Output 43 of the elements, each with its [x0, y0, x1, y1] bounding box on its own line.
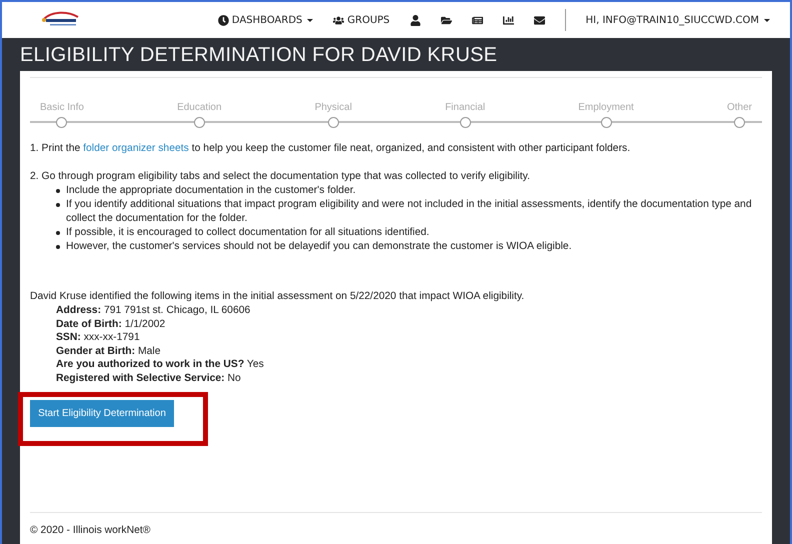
folder-sheets-link[interactable]: folder organizer sheets	[83, 143, 189, 154]
start-determination-button[interactable]: Start Eligibility Determination	[30, 400, 174, 427]
step-marker[interactable]	[600, 117, 612, 128]
step-marker[interactable]	[328, 117, 339, 128]
bullet-icon	[56, 245, 60, 249]
bullet-text: Include the appropriate documentation in the customer's folder.	[66, 184, 356, 198]
mail-icon[interactable]	[534, 14, 545, 26]
assessment-intro: David Kruse identified the following items in the initial assessment on 5/22/2020 that impact WIOA eligibility.	[30, 290, 526, 304]
step-label: Education	[177, 102, 222, 113]
detail-text: Registered with Selective Service: No	[56, 372, 242, 386]
instruction-text: 1. Print the folder organizer sheets to help you keep the customer file neat, organized, and consistent with other participant folders.	[30, 142, 632, 156]
step-marker[interactable]	[460, 117, 471, 128]
bullet-text: However, the customer's services should not be delayedif you can demonstrate the customer is WIOA eligible.	[66, 240, 572, 254]
user-icon[interactable]	[410, 14, 421, 26]
bullet-icon	[56, 231, 60, 235]
step-label: Physical	[314, 102, 352, 113]
user-menu-link[interactable]: HI, INFO@TRAIN10_SIUCCWD.COM	[586, 14, 770, 26]
footer-text: © 2020 - Illinois workNet®	[30, 525, 152, 536]
step-label: Basic Info	[40, 102, 84, 113]
bullet-icon	[56, 189, 60, 193]
users-icon	[333, 14, 344, 26]
step-marker[interactable]	[56, 117, 68, 128]
detail-text: Date of Birth: 1/1/2002	[56, 318, 166, 332]
instruction-text: 2. Go through program eligibility tabs and select the documentation type that was collected to verify eligibility.	[30, 170, 531, 184]
bullet-icon	[56, 203, 60, 207]
nav-menu-link[interactable]: GROUPS	[333, 14, 390, 26]
document-icon[interactable]	[472, 14, 483, 26]
page-title: ELIGIBILITY DETERMINATION FOR DAVID KRUSE	[20, 44, 498, 67]
detail-text: Address: 791 791st st. Chicago, IL 60606	[56, 304, 252, 318]
step-label: Other	[726, 102, 752, 113]
step-marker[interactable]	[194, 117, 205, 128]
step-label: Financial	[445, 102, 486, 113]
step-marker[interactable]	[734, 117, 745, 128]
folder-icon[interactable]	[440, 14, 452, 26]
detail-text: Gender at Birth: Male	[56, 344, 162, 358]
bullet-text: If possible, it is encouraged to collect documentation for all situations identified.	[66, 226, 430, 240]
nav-menu-link[interactable]: DASHBOARDS	[218, 14, 314, 26]
bullet-text: If you identify additional situations that impact program eligibility and were not included in the initial assessments, identify the documentation type and collect the documentation for the folder.	[66, 198, 753, 226]
detail-text: Are you authorized to work in the US? Yes	[56, 358, 265, 372]
clock-icon	[218, 14, 229, 26]
step-label: Employment	[578, 102, 634, 113]
bar-chart-icon[interactable]	[502, 14, 514, 26]
detail-text: SSN: xxx-xx-1791	[56, 331, 141, 345]
